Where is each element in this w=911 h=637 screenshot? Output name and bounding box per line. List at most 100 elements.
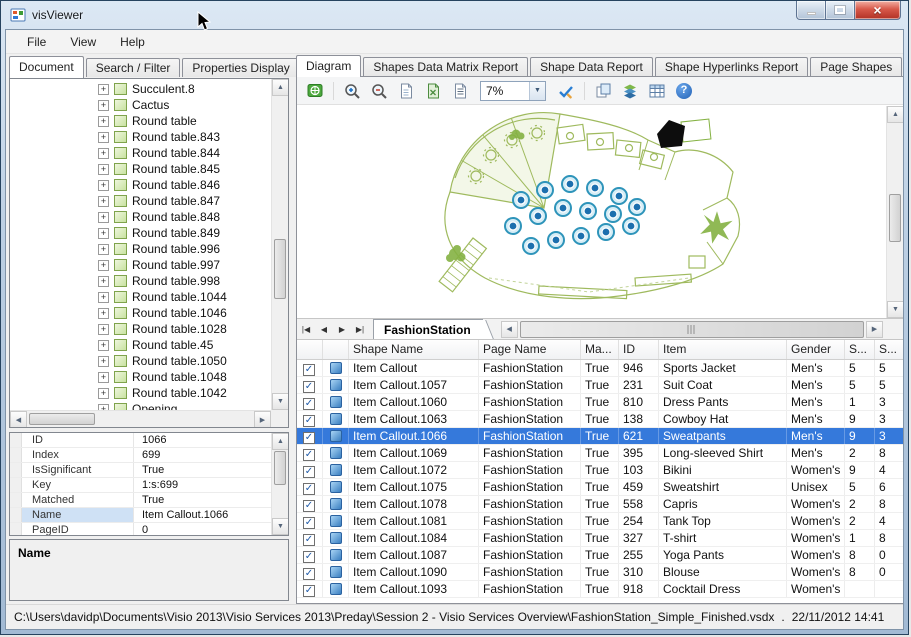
- tab-properties-display[interactable]: Properties Display: [182, 58, 299, 77]
- column-header-item[interactable]: Item: [659, 340, 787, 360]
- tree-item[interactable]: +Round table.996: [10, 241, 271, 257]
- row-checkbox[interactable]: ✓: [303, 585, 315, 597]
- shape-data-grid-button[interactable]: [645, 80, 669, 102]
- expand-plus-icon[interactable]: +: [98, 116, 109, 127]
- properties-scroll-thumb[interactable]: [274, 451, 286, 485]
- row-select-cell[interactable]: ✓: [297, 360, 323, 377]
- diagram-canvas[interactable]: ▲ ▼: [297, 106, 903, 318]
- tree-item[interactable]: +Round table.843: [10, 129, 271, 145]
- property-row[interactable]: NameItem Callout.1066: [10, 508, 271, 523]
- table-row[interactable]: ✓Item Callout.1078FashionStationTrue558C…: [297, 496, 903, 513]
- report-page-button[interactable]: [448, 80, 472, 102]
- zoom-out-button[interactable]: [367, 80, 391, 102]
- expand-plus-icon[interactable]: +: [98, 196, 109, 207]
- copy-page-button[interactable]: [394, 80, 418, 102]
- tab-diagram[interactable]: Diagram: [296, 55, 361, 77]
- tree-item[interactable]: +Round table.1042: [10, 385, 271, 401]
- tree-item[interactable]: +Round table.844: [10, 145, 271, 161]
- expand-plus-icon[interactable]: +: [98, 84, 109, 95]
- tree-item[interactable]: +Round table.1050: [10, 353, 271, 369]
- scroll-right-button[interactable]: ▶: [866, 321, 883, 338]
- table-row[interactable]: ✓Item Callout.1081FashionStationTrue254T…: [297, 513, 903, 530]
- tab-document[interactable]: Document: [9, 56, 84, 78]
- tree-item[interactable]: +Round table.997: [10, 257, 271, 273]
- pages-horizontal-scrollbar[interactable]: ◀ ▶: [501, 321, 883, 338]
- previous-page-button[interactable]: ◀: [315, 319, 333, 339]
- column-header-blank[interactable]: [323, 340, 349, 360]
- tab-shape-hyperlinks-report[interactable]: Shape Hyperlinks Report: [655, 57, 808, 76]
- scroll-up-button[interactable]: ▲: [272, 433, 289, 450]
- column-header-blank[interactable]: [297, 340, 323, 360]
- scroll-down-button[interactable]: ▼: [272, 393, 289, 410]
- tree-item[interactable]: +Round table.45: [10, 337, 271, 353]
- table-row[interactable]: ✓Item Callout.1063FashionStationTrue138C…: [297, 411, 903, 428]
- help-button[interactable]: ?: [672, 80, 696, 102]
- row-checkbox[interactable]: ✓: [303, 364, 315, 376]
- column-header-page-name[interactable]: Page Name: [479, 340, 581, 360]
- zoom-in-button[interactable]: [340, 80, 364, 102]
- table-row[interactable]: ✓Item Callout.1066FashionStationTrue621S…: [297, 428, 903, 445]
- diagram-vertical-scrollbar[interactable]: ▲ ▼: [886, 106, 903, 318]
- expand-plus-icon[interactable]: +: [98, 132, 109, 143]
- expand-plus-icon[interactable]: +: [98, 244, 109, 255]
- property-row[interactable]: MatchedTrue: [10, 493, 271, 508]
- row-checkbox[interactable]: ✓: [303, 432, 315, 444]
- expand-plus-icon[interactable]: +: [98, 340, 109, 351]
- table-row[interactable]: ✓Item CalloutFashionStationTrue946Sports…: [297, 360, 903, 377]
- properties-vertical-scrollbar[interactable]: ▲ ▼: [271, 433, 288, 535]
- last-page-button[interactable]: ▶|: [351, 319, 369, 339]
- row-checkbox[interactable]: ✓: [303, 415, 315, 427]
- row-checkbox[interactable]: ✓: [303, 483, 315, 495]
- tree-item[interactable]: +Round table.998: [10, 273, 271, 289]
- maximize-button[interactable]: [826, 1, 855, 20]
- expand-plus-icon[interactable]: +: [98, 148, 109, 159]
- expand-plus-icon[interactable]: +: [98, 164, 109, 175]
- expand-plus-icon[interactable]: +: [98, 324, 109, 335]
- row-checkbox[interactable]: ✓: [303, 551, 315, 563]
- tree-item[interactable]: +Succulent.8: [10, 81, 271, 97]
- column-header-s[interactable]: S...: [845, 340, 875, 360]
- property-row[interactable]: Index699: [10, 448, 271, 463]
- validate-button[interactable]: [554, 80, 578, 102]
- row-checkbox[interactable]: ✓: [303, 500, 315, 512]
- tree-item[interactable]: +Round table.1028: [10, 321, 271, 337]
- tree-item[interactable]: +Round table.1046: [10, 305, 271, 321]
- row-checkbox[interactable]: ✓: [303, 466, 315, 478]
- row-checkbox[interactable]: ✓: [303, 534, 315, 546]
- tree-vertical-scrollbar[interactable]: ▲ ▼: [271, 79, 288, 410]
- tree-item[interactable]: +Round table.1044: [10, 289, 271, 305]
- next-page-button[interactable]: ▶: [333, 319, 351, 339]
- tree-item[interactable]: +Opening: [10, 401, 271, 410]
- row-select-cell[interactable]: ✓: [297, 496, 323, 513]
- diagram-scroll-thumb[interactable]: [889, 194, 901, 242]
- row-select-cell[interactable]: ✓: [297, 445, 323, 462]
- menu-item-file[interactable]: File: [16, 32, 57, 52]
- row-select-cell[interactable]: ✓: [297, 530, 323, 547]
- zoom-dropdown-button[interactable]: ▼: [529, 82, 545, 100]
- table-row[interactable]: ✓Item Callout.1069FashionStationTrue395L…: [297, 445, 903, 462]
- page-tab-fashionstation[interactable]: FashionStation: [373, 319, 483, 339]
- tree-item[interactable]: +Round table.1048: [10, 369, 271, 385]
- titlebar[interactable]: visViewer ×: [1, 1, 908, 29]
- menu-item-view[interactable]: View: [59, 32, 107, 52]
- tab-search-filter[interactable]: Search / Filter: [86, 58, 181, 77]
- first-page-button[interactable]: |◀: [297, 319, 315, 339]
- row-select-cell[interactable]: ✓: [297, 462, 323, 479]
- column-header-ma[interactable]: Ma...: [581, 340, 619, 360]
- tab-shape-data-report[interactable]: Shape Data Report: [530, 57, 653, 76]
- row-checkbox[interactable]: ✓: [303, 398, 315, 410]
- row-checkbox[interactable]: ✓: [303, 517, 315, 529]
- property-row[interactable]: IsSignificantTrue: [10, 463, 271, 478]
- row-checkbox[interactable]: ✓: [303, 449, 315, 461]
- zoom-level-combobox[interactable]: 7% ▼: [480, 81, 546, 101]
- table-row[interactable]: ✓Item Callout.1093FashionStationTrue918C…: [297, 581, 903, 598]
- expand-plus-icon[interactable]: +: [98, 308, 109, 319]
- table-row[interactable]: ✓Item Callout.1072FashionStationTrue103B…: [297, 462, 903, 479]
- row-select-cell[interactable]: ✓: [297, 547, 323, 564]
- scroll-down-button[interactable]: ▼: [272, 518, 289, 535]
- scroll-right-button[interactable]: ▶: [254, 411, 271, 428]
- tree-item[interactable]: +Round table.847: [10, 193, 271, 209]
- tree-item[interactable]: +Round table.848: [10, 209, 271, 225]
- scroll-left-button[interactable]: ◀: [10, 411, 27, 428]
- scroll-up-button[interactable]: ▲: [272, 79, 289, 96]
